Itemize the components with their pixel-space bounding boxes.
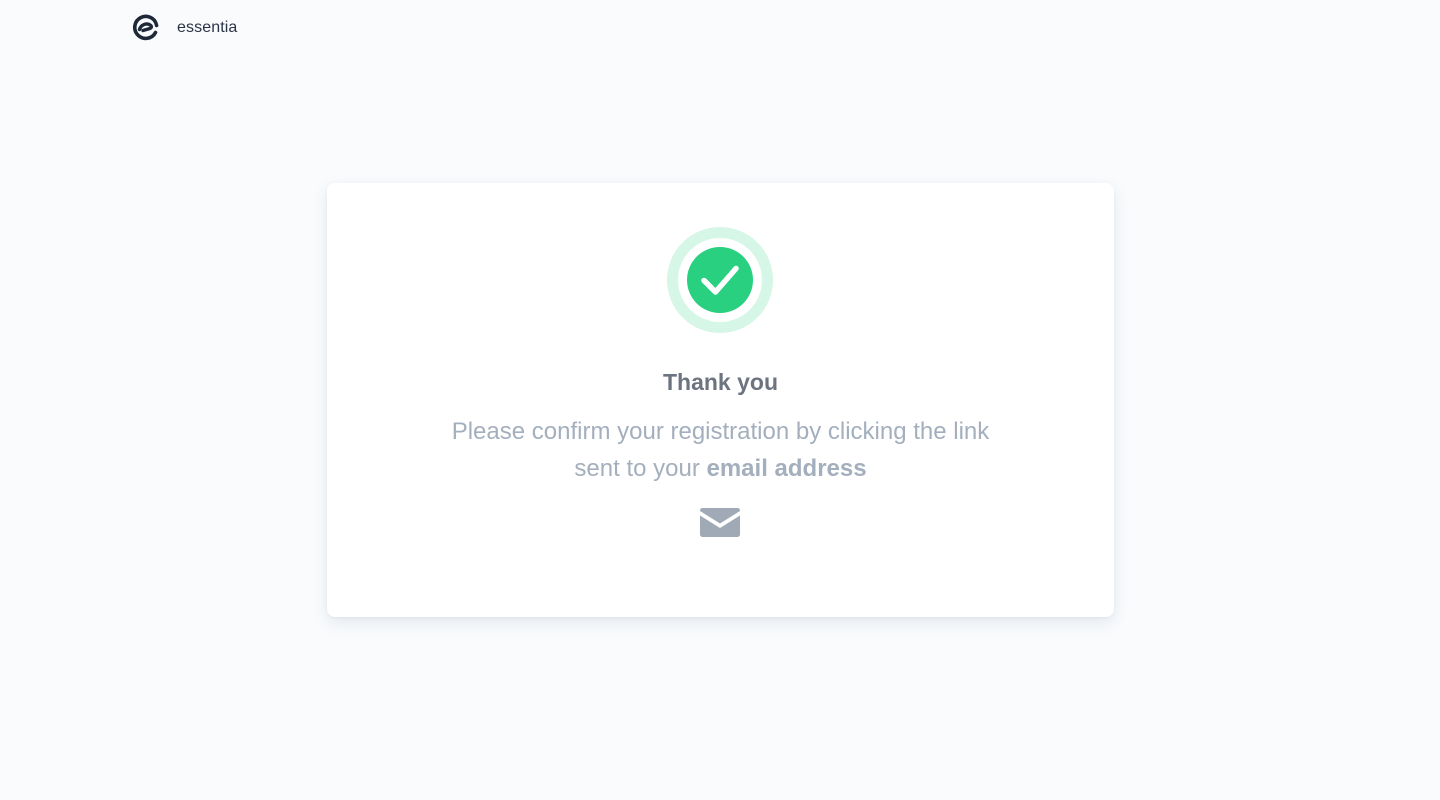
- confirmation-title: Thank you: [662, 369, 778, 395]
- confirmation-message: Please confirm your registration by clic…: [445, 413, 996, 487]
- check-circle-icon: [667, 227, 773, 333]
- email-address-emphasis: email address: [706, 455, 867, 482]
- brand-name: essentia: [177, 19, 238, 36]
- essentia-logo-icon: [132, 14, 159, 41]
- confirmation-card: Thank you Please confirm your registrati…: [327, 183, 1114, 617]
- brand-home-link[interactable]: essentia: [132, 14, 237, 42]
- envelope-icon: [700, 508, 740, 537]
